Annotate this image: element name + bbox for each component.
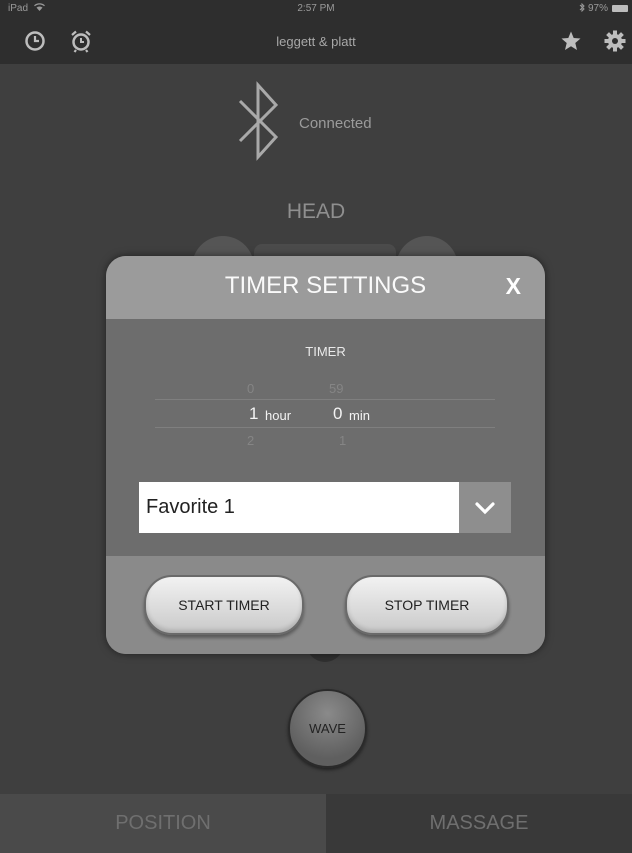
timer-label: TIMER <box>305 344 346 359</box>
head-label: HEAD <box>286 200 346 223</box>
minute-next[interactable]: 1 <box>339 433 346 448</box>
gear-icon[interactable] <box>603 29 627 53</box>
nav-bar: leggett & platt <box>0 18 632 64</box>
bluetooth-icon <box>238 81 279 161</box>
modal-body: TIMER 0 1 hour 2 59 0 min 1 Favorite 1 <box>106 319 545 556</box>
modal-footer: START TIMER STOP TIMER <box>106 556 545 654</box>
timer-picker[interactable]: 0 1 hour 2 59 0 min 1 <box>155 380 495 460</box>
bluetooth-small-icon <box>579 2 585 13</box>
modal-header: TIMER SETTINGS X <box>106 256 545 319</box>
battery-percent: 97% <box>579 2 608 14</box>
minute-selected[interactable]: 0 <box>333 404 342 424</box>
minute-unit: min <box>349 408 370 423</box>
battery-value: 97% <box>587 3 608 14</box>
favorite-dropdown-button[interactable] <box>459 482 511 533</box>
hour-selected[interactable]: 1 <box>249 404 258 424</box>
connection-status: Connected <box>299 115 372 132</box>
tab-bar: POSITION MASSAGE <box>0 794 632 853</box>
stop-timer-button[interactable]: STOP TIMER <box>345 575 509 635</box>
status-bar: iPad 2:57 PM 97% <box>0 0 632 18</box>
app-title: leggett & platt <box>276 34 356 49</box>
star-icon[interactable] <box>559 29 583 53</box>
hour-unit: hour <box>265 408 292 423</box>
hour-next[interactable]: 2 <box>247 433 254 448</box>
close-button[interactable]: X <box>506 273 521 300</box>
modal-title: TIMER SETTINGS <box>224 272 427 299</box>
minute-prev[interactable]: 59 <box>329 381 343 396</box>
favorite-value: Favorite 1 <box>146 496 235 518</box>
picker-divider <box>155 427 495 428</box>
picker-divider <box>155 399 495 400</box>
wave-button[interactable]: WAVE <box>288 689 367 768</box>
timer-settings-modal: TIMER SETTINGS X TIMER 0 1 hour 2 59 0 m… <box>106 256 545 654</box>
start-timer-button[interactable]: START TIMER <box>144 575 304 635</box>
tab-massage[interactable]: MASSAGE <box>326 794 632 853</box>
status-time: 2:57 PM <box>297 3 335 14</box>
tab-position[interactable]: POSITION <box>0 794 326 853</box>
favorite-select[interactable]: Favorite 1 <box>139 482 459 533</box>
hour-prev[interactable]: 0 <box>247 381 254 396</box>
battery-icon <box>612 5 628 12</box>
chevron-down-icon <box>475 501 495 514</box>
